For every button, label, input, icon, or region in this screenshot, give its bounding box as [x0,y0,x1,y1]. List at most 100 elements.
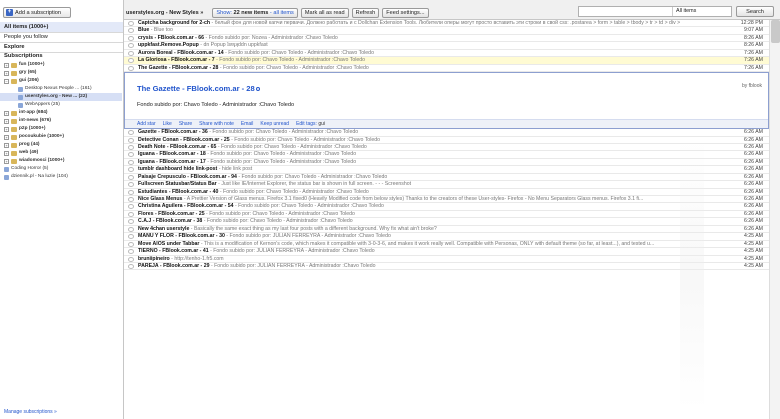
scrollbar[interactable] [769,20,780,419]
nav-people-you-follow[interactable]: People you follow [0,32,123,42]
star-icon[interactable] [128,211,134,217]
expand-icon[interactable]: + [4,158,9,164]
subscription-item[interactable]: + wiadomosci (1000+) [4,157,64,165]
collapse-icon[interactable]: − [4,78,9,84]
star-icon[interactable] [128,174,134,180]
star-icon[interactable] [128,189,134,195]
subscription-item[interactable]: + web (49) [4,149,38,157]
subscription-item[interactable]: − gui (206) [4,77,39,85]
star-icon[interactable] [128,197,134,202]
item-row[interactable]: bruniipineiro - http://tenho-1.fr5.com 4:… [124,256,769,263]
add-subscription-button[interactable]: + Add a subscription [3,7,71,18]
show-filter[interactable]: Show: 22 new items - all items [212,8,298,18]
star-icon[interactable] [128,35,134,41]
show-all-items[interactable]: all items [273,10,294,16]
expand-icon[interactable]: + [4,62,9,68]
item-row[interactable]: Fullscreen Statusbar/Status Bar - Just l… [124,181,769,189]
subscription-item[interactable]: userstyles.org - New ... (22) [0,93,122,101]
subscription-item[interactable]: Coding Horror (5) [4,165,48,173]
star-icon[interactable] [128,159,134,165]
subscription-item[interactable]: Desktop Nexus People ... (161) [18,85,92,93]
item-row[interactable]: Death Note - FBlook.com.ar - 65 - Fondo … [124,144,769,152]
item-row[interactable]: Move AIOS under Tabbar - This is a modif… [124,241,769,249]
item-row[interactable]: The Gazette - FBlook.com.ar - 28 - Fondo… [124,65,769,73]
item-row[interactable]: Blue - Blue too 9:07 AM [124,27,769,35]
star-icon[interactable] [128,152,134,158]
entry-title[interactable]: The Gazette - FBlook.com.ar - 28 [137,84,260,93]
star-icon[interactable] [128,226,134,232]
subscription-item[interactable]: + prog (44) [4,141,40,149]
item-row[interactable]: PAREJA - FBlook.com.ar - 29 - Fondo subi… [124,263,769,271]
item-row[interactable]: Christina Aguilera - FBlook.com.ar - 54 … [124,203,769,211]
star-icon[interactable] [128,144,134,150]
subscription-item[interactable]: + pocoukubie (1000+) [4,133,64,141]
email-action[interactable]: Email [241,120,254,128]
star-icon[interactable] [128,219,134,225]
subscription-item[interactable]: + fun (1000+) [4,61,44,69]
expand-icon[interactable]: + [4,142,9,148]
subscription-item[interactable]: dziennik.pl - Na luzie (104) [4,173,68,181]
star-icon[interactable] [128,249,134,255]
scrollbar-thumb[interactable] [771,20,780,43]
expand-icon[interactable]: + [4,150,9,156]
item-row[interactable]: La Gloriosa - FBlook.com.ar - 7 - Fondo … [124,57,769,65]
item-row[interactable]: Iguana - FBlook.com.ar - 18 - Fondo subi… [124,151,769,159]
item-row[interactable]: MANU Y FLOR - FBlook.com.ar - 30 - Fondo… [124,233,769,241]
expand-icon[interactable]: + [4,126,9,132]
item-row[interactable]: tumblr dashboard hide link-post - hide l… [124,166,769,174]
external-link-icon[interactable] [255,87,260,92]
star-icon[interactable] [128,65,134,71]
star-icon[interactable] [128,43,134,49]
like-action[interactable]: Like [163,120,172,128]
feed-title[interactable]: userstyles.org - New Styles » [126,10,203,16]
star-icon[interactable] [128,234,134,240]
manage-subscriptions-link[interactable]: Manage subscriptions » [4,409,57,415]
add-star-action[interactable]: Add star [137,120,156,128]
share-with-note-action[interactable]: Share with note [199,120,234,128]
star-icon[interactable] [128,256,134,262]
item-row[interactable]: Gazette - FBlook.com.ar - 36 - Fondo sub… [124,129,769,137]
item-row[interactable]: Nice Glass Menus - A Prettier Version of… [124,196,769,204]
item-row[interactable]: Captcha background for 2-ch - белый фон … [124,20,769,28]
item-row[interactable]: Paisaje Crepusculo - FBlook.com.ar - 94 … [124,174,769,182]
subscription-item[interactable]: + p2p (1000+) [4,125,46,133]
mark-all-read-button[interactable]: Mark all as read [300,8,349,18]
expand-icon[interactable]: + [4,118,9,124]
star-icon[interactable] [128,263,134,269]
nav-explore[interactable]: Explore [0,42,123,52]
item-row[interactable]: Aurora Boreal - FBlook.com.ar - 14 - Fon… [124,50,769,58]
item-row[interactable]: crysis - FBlook.com.ar - 66 - Fondo subi… [124,35,769,43]
refresh-button[interactable]: Refresh [351,8,380,18]
item-row[interactable]: New 4chan userstyle - Basically the same… [124,226,769,234]
expanded-entry[interactable]: The Gazette - FBlook.com.ar - 28 by fblo… [124,72,769,130]
star-icon[interactable] [128,21,134,26]
item-row[interactable]: TIERNO - FBlook.com.ar - 41 - Fondo subi… [124,248,769,256]
star-icon[interactable] [128,130,134,136]
star-icon[interactable] [128,241,134,247]
feed-settings-button[interactable]: Feed settings... [382,8,429,18]
subscription-item[interactable]: + int-app (684) [4,109,48,117]
item-row[interactable]: Iguana - FBlook.com.ar - 17 - Fondo subi… [124,159,769,167]
keep-unread-action[interactable]: Keep unread [260,120,289,128]
nav-all-items[interactable]: All items (1000+) [0,22,123,32]
item-row[interactable]: uppkfast.Remove.Popup - dn Popup ʇsɐɟʞdd… [124,42,769,50]
item-row[interactable]: Detective Conan - FBlook.com.ar - 25 - F… [124,137,769,144]
expand-icon[interactable]: + [4,110,9,116]
item-row[interactable]: Flores - FBlook.com.ar - 25 - Fondo subi… [124,211,769,219]
item-row[interactable]: C.A.J - FBlook.com.ar - 38 - Fondo subid… [124,218,769,226]
show-new-items[interactable]: 22 new items [234,10,269,16]
subscription-item[interactable]: WebAppers (25) [18,101,60,109]
search-scope-select[interactable]: All items [672,7,732,16]
star-icon[interactable] [128,182,134,188]
subscription-item[interactable]: + int-news (676) [4,117,51,125]
item-row[interactable]: Estudiantes - FBlook.com.ar - 40 - Fondo… [124,189,769,196]
search-button[interactable]: Search [736,6,774,17]
star-icon[interactable] [128,28,134,34]
star-icon[interactable] [128,50,134,56]
expand-icon[interactable]: + [4,134,9,140]
star-icon[interactable] [128,58,134,64]
star-icon[interactable] [128,137,134,143]
subscription-item[interactable]: + gry (65) [4,69,36,77]
edit-tags-action[interactable]: Edit tags: gui [296,120,325,128]
star-icon[interactable] [128,204,134,210]
